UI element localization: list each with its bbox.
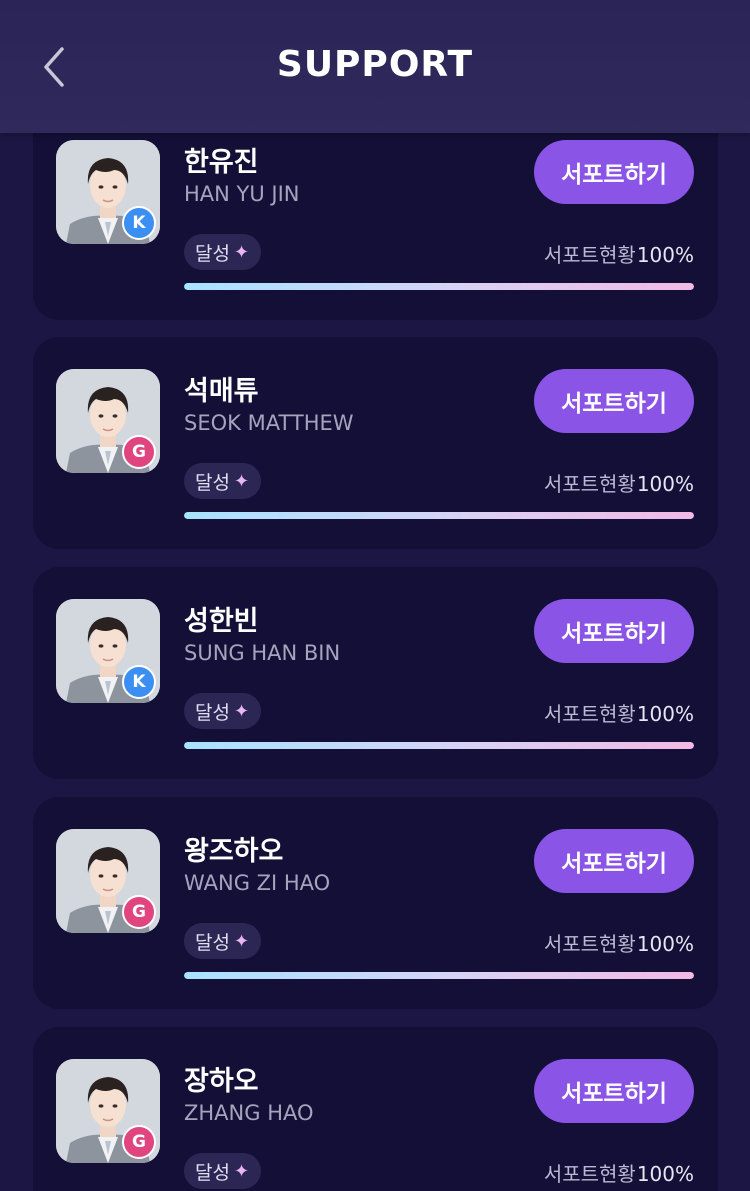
sparkle-icon: ✦ bbox=[233, 700, 250, 722]
support-status-percent: 100% bbox=[636, 472, 694, 496]
trainee-card: G 석매튜 SEOK MATTHEW 서포트하기 달성 ✦ 서포트현황100% bbox=[33, 337, 718, 549]
achieved-badge: 달성 ✦ bbox=[184, 693, 262, 729]
support-status-label: 서포트현황 bbox=[543, 932, 636, 956]
sparkle-icon: ✦ bbox=[233, 930, 250, 952]
achieved-badge: 달성 ✦ bbox=[184, 463, 262, 499]
support-status: 서포트현황100% bbox=[544, 1158, 694, 1187]
support-progress-bar bbox=[184, 512, 694, 519]
support-status: 서포트현황100% bbox=[544, 468, 694, 497]
support-status-percent: 100% bbox=[636, 932, 694, 956]
support-button[interactable]: 서포트하기 bbox=[534, 829, 694, 893]
support-status: 서포트현황100% bbox=[544, 698, 694, 727]
support-button[interactable]: 서포트하기 bbox=[534, 1059, 694, 1123]
sparkle-icon: ✦ bbox=[233, 241, 250, 263]
trainee-card: K 성한빈 SUNG HAN BIN 서포트하기 달성 ✦ 서포트현황100% bbox=[33, 567, 718, 779]
trainee-name-english: WANG ZI HAO bbox=[184, 871, 331, 895]
support-status: 서포트현황100% bbox=[544, 928, 694, 957]
support-status: 서포트현황100% bbox=[544, 239, 694, 268]
support-status-percent: 100% bbox=[636, 702, 694, 726]
achieved-label: 달성 bbox=[195, 471, 230, 494]
achieved-badge: 달성 ✦ bbox=[184, 1153, 262, 1189]
achieved-label: 달성 bbox=[195, 931, 230, 954]
trainee-card: K 한유진 HAN YU JIN 서포트하기 달성 ✦ 서포트현황100% bbox=[33, 108, 718, 320]
support-button[interactable]: 서포트하기 bbox=[534, 140, 694, 204]
company-badge: G bbox=[122, 1125, 156, 1159]
support-status-label: 서포트현황 bbox=[543, 472, 636, 496]
support-progress-bar bbox=[184, 972, 694, 979]
trainee-name-korean: 장하오 bbox=[184, 1066, 259, 1097]
support-progress-fill bbox=[184, 742, 694, 749]
company-badge: K bbox=[122, 665, 156, 699]
trainee-name-korean: 왕즈하오 bbox=[184, 836, 284, 867]
company-badge: G bbox=[122, 895, 156, 929]
achieved-badge: 달성 ✦ bbox=[184, 234, 262, 270]
support-progress-bar bbox=[184, 742, 694, 749]
support-button[interactable]: 서포트하기 bbox=[534, 369, 694, 433]
support-status-percent: 100% bbox=[636, 1162, 694, 1186]
achieved-label: 달성 bbox=[195, 242, 230, 265]
trainee-name-korean: 성한빈 bbox=[184, 606, 259, 637]
achieved-badge: 달성 ✦ bbox=[184, 923, 262, 959]
support-status-label: 서포트현황 bbox=[543, 702, 636, 726]
top-bar: SUPPORT bbox=[0, 0, 750, 133]
support-progress-bar bbox=[184, 283, 694, 290]
trainee-name-english: SEOK MATTHEW bbox=[184, 411, 354, 435]
support-status-label: 서포트현황 bbox=[543, 243, 636, 267]
trainee-list: K 한유진 HAN YU JIN 서포트하기 달성 ✦ 서포트현황100% G … bbox=[0, 0, 750, 1191]
support-progress-fill bbox=[184, 283, 694, 290]
support-status-percent: 100% bbox=[636, 243, 694, 267]
achieved-label: 달성 bbox=[195, 701, 230, 724]
trainee-card: G 장하오 ZHANG HAO 서포트하기 달성 ✦ 서포트현황100% bbox=[33, 1027, 718, 1191]
support-progress-fill bbox=[184, 972, 694, 979]
support-status-label: 서포트현황 bbox=[543, 1162, 636, 1186]
trainee-name-english: HAN YU JIN bbox=[184, 182, 300, 206]
trainee-name-korean: 석매튜 bbox=[184, 376, 259, 407]
sparkle-icon: ✦ bbox=[233, 1160, 250, 1182]
trainee-name-english: SUNG HAN BIN bbox=[184, 641, 341, 665]
achieved-label: 달성 bbox=[195, 1161, 230, 1184]
trainee-card: G 왕즈하오 WANG ZI HAO 서포트하기 달성 ✦ 서포트현황100% bbox=[33, 797, 718, 1009]
trainee-name-english: ZHANG HAO bbox=[184, 1101, 314, 1125]
trainee-name-korean: 한유진 bbox=[184, 147, 259, 178]
page-title: SUPPORT bbox=[276, 44, 474, 85]
support-button[interactable]: 서포트하기 bbox=[534, 599, 694, 663]
company-badge: K bbox=[122, 206, 156, 240]
company-badge: G bbox=[122, 435, 156, 469]
support-progress-fill bbox=[184, 512, 694, 519]
support-screen: K 한유진 HAN YU JIN 서포트하기 달성 ✦ 서포트현황100% G … bbox=[0, 0, 750, 1191]
sparkle-icon: ✦ bbox=[233, 470, 250, 492]
